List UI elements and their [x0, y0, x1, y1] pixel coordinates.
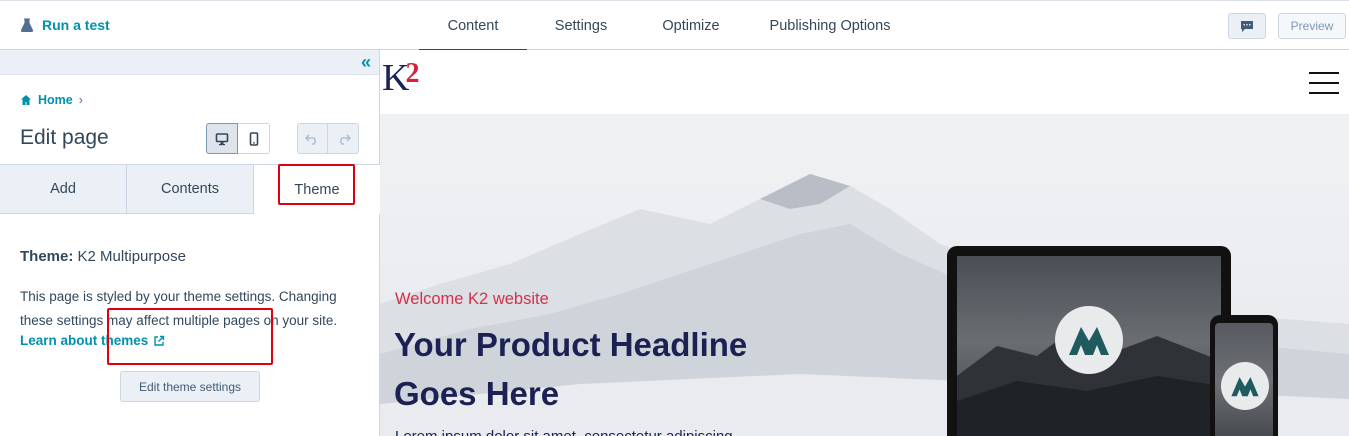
- undo-button[interactable]: [297, 123, 328, 154]
- breadcrumb-home[interactable]: Home: [38, 93, 73, 107]
- sidebar-tabs: Add Contents Theme: [0, 164, 380, 214]
- m-logo-icon: [1069, 327, 1109, 355]
- flask-icon: [20, 18, 34, 32]
- double-chevron-left-icon[interactable]: «: [361, 52, 371, 72]
- run-test-label: Run a test: [42, 17, 110, 33]
- redo-icon: [339, 133, 351, 145]
- tab-theme-label: Theme: [294, 181, 340, 198]
- page-preview: K2 Welcome K2 website Your Product Headl…: [380, 50, 1349, 436]
- hero-eyebrow: Welcome K2 website: [395, 290, 549, 308]
- tab-contents-label: Contents: [160, 181, 220, 197]
- hamburger-menu-icon[interactable]: [1309, 72, 1339, 94]
- tab-content-label: Content: [447, 18, 499, 34]
- hero-body-text: Lorem ipsum dolor sit amet, consectetur …: [395, 428, 733, 436]
- theme-description: This page is styled by your theme settin…: [20, 289, 338, 328]
- run-test-button[interactable]: Run a test: [20, 15, 110, 35]
- hero-headline: Your Product Headline Goes Here: [394, 326, 748, 412]
- tab-publishing-options[interactable]: Publishing Options: [747, 1, 913, 51]
- top-bar: Run a test Content Settings Optimize Pub…: [0, 0, 1349, 52]
- theme-name-line: Theme: K2 Multipurpose: [20, 248, 186, 265]
- laptop-mockup: [947, 246, 1231, 436]
- breadcrumb-separator: ›: [78, 93, 83, 107]
- device-toggle: [206, 123, 270, 154]
- comments-button[interactable]: [1228, 13, 1266, 39]
- editor-tabs: Content Settings Optimize Publishing Opt…: [419, 1, 913, 52]
- theme-name: K2 Multipurpose: [77, 248, 186, 265]
- external-link-icon: [154, 335, 165, 346]
- editor-sidebar: « Home › Edit page Add Contents Theme Th…: [0, 50, 380, 436]
- tab-settings-label: Settings: [554, 18, 608, 34]
- learn-link-label: Learn about themes: [20, 333, 149, 348]
- learn-about-themes-link[interactable]: Learn about themes: [20, 333, 165, 348]
- desktop-view-button[interactable]: [206, 123, 238, 154]
- logo-badge-phone: [1221, 362, 1269, 410]
- site-header: K2: [380, 50, 1349, 114]
- tab-contents[interactable]: Contents: [127, 165, 254, 214]
- edit-theme-settings-label: Edit theme settings: [138, 379, 242, 394]
- desktop-icon: [215, 132, 229, 145]
- phone-mockup: [1210, 315, 1278, 436]
- home-icon: [21, 95, 31, 105]
- mobile-icon: [249, 131, 258, 146]
- tab-content[interactable]: Content: [419, 1, 527, 52]
- preview-button[interactable]: Preview: [1278, 13, 1346, 39]
- tab-theme[interactable]: Theme: [254, 165, 380, 214]
- tab-settings[interactable]: Settings: [527, 1, 635, 51]
- undo-icon: [305, 133, 316, 145]
- hero-section: Welcome K2 website Your Product Headline…: [380, 114, 1349, 436]
- collapse-bar: «: [0, 50, 379, 75]
- site-logo[interactable]: K2: [382, 56, 421, 100]
- tab-optimize-label: Optimize: [662, 18, 720, 34]
- tab-optimize[interactable]: Optimize: [635, 1, 747, 51]
- tab-add-label: Add: [50, 181, 76, 197]
- logo-2: 2: [405, 58, 419, 89]
- tab-add[interactable]: Add: [0, 165, 127, 214]
- undo-redo-group: [297, 123, 359, 154]
- breadcrumb: Home ›: [20, 93, 83, 107]
- m-logo-icon: [1231, 377, 1259, 397]
- theme-label: Theme:: [20, 248, 74, 265]
- mobile-view-button[interactable]: [238, 123, 270, 154]
- logo-badge-laptop: [1055, 306, 1123, 374]
- page-title: Edit page: [20, 126, 109, 149]
- tab-publishing-options-label: Publishing Options: [769, 18, 891, 34]
- comment-icon: [1241, 21, 1253, 32]
- redo-button[interactable]: [328, 123, 359, 154]
- edit-theme-settings-button[interactable]: Edit theme settings: [120, 371, 260, 402]
- preview-label: Preview: [1290, 19, 1334, 33]
